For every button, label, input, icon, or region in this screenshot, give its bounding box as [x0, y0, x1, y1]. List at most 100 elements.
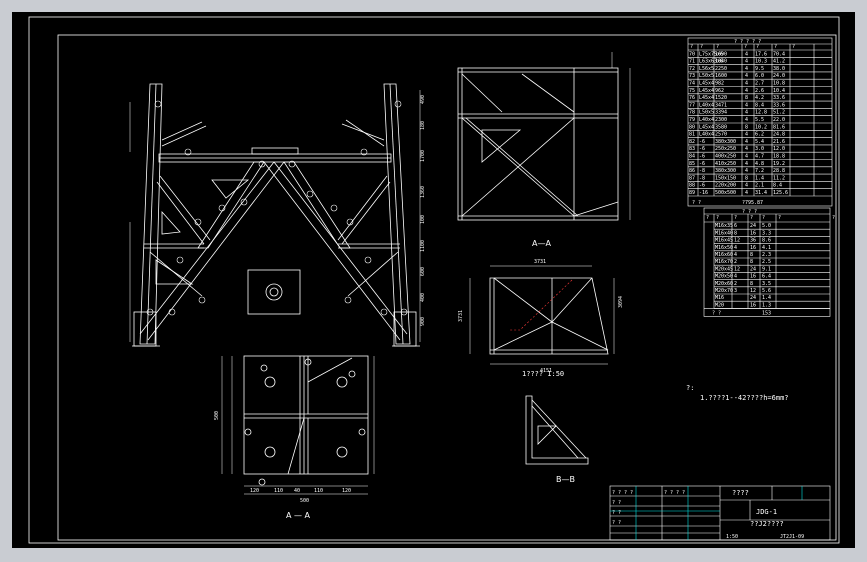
bom-cell: 70.4: [773, 51, 785, 57]
bom-cell: 12.8: [755, 110, 767, 116]
bom-header-cell: ?: [700, 44, 703, 50]
bom-cell: 12.0: [773, 146, 785, 152]
bom-cell: 8: [745, 175, 748, 181]
bom-header-cell: ?: [716, 44, 719, 50]
elevation-dimensions: [129, 90, 421, 342]
bolt-cell: M20x60: [715, 281, 733, 287]
plan-bottom-dim: 120: [342, 488, 351, 494]
bolt-cell: M16x50: [715, 245, 733, 251]
bom-cell: 11.2: [773, 175, 785, 181]
bom-cell: 4.7: [755, 154, 764, 160]
title-project: ????: [732, 489, 749, 497]
bom-cell: 3580: [715, 124, 727, 130]
bolt-cell: 2: [734, 259, 737, 265]
bom-cell: 10.2: [755, 124, 767, 130]
detail-view: [489, 277, 609, 355]
bom-cell: 4: [745, 81, 748, 87]
plan-label: A — A: [286, 511, 311, 520]
title-row-2: ? ?: [612, 500, 621, 506]
bom-header-cell: ?: [792, 44, 795, 50]
notes-title: ?:: [686, 384, 694, 392]
bom-cell: L45x4: [699, 124, 714, 130]
bom-header-cell: ?: [744, 44, 747, 50]
frame-elevation: [132, 83, 420, 347]
bolt-header-cell: ?: [716, 215, 719, 221]
bom-cell: 1.4: [755, 175, 764, 181]
title-block: [609, 485, 831, 541]
bom-cell: 85: [689, 161, 695, 167]
bom-cell: 86: [689, 168, 695, 174]
plan-bottom-dim: 120: [250, 488, 259, 494]
bom-cell: L50x5: [699, 110, 714, 116]
detail-dim-top: 3731: [534, 259, 546, 265]
bom-cell: 31.4: [755, 190, 767, 196]
bolt-header-cell: ?: [762, 215, 765, 221]
bolt-cell: 2.5: [762, 259, 771, 265]
bom-cell: 88: [689, 183, 695, 189]
bom-cell: 7.2: [755, 168, 764, 174]
bolt-cell: M16: [715, 295, 724, 301]
bolt-cell: 8: [750, 281, 753, 287]
bolt-cell: 12: [734, 266, 740, 272]
bolt-cell: 36: [750, 238, 756, 244]
bom-cell: 8.4: [755, 102, 764, 108]
bolt-cell: 16: [750, 245, 756, 251]
bom-cell: 380x300: [715, 168, 736, 174]
bom-cell: 24.8: [773, 132, 785, 138]
bolt-cell: M16x40: [715, 230, 733, 236]
bom-cell: -6: [699, 139, 705, 145]
bom-cell: -16: [699, 190, 708, 196]
bolt-cell: M20: [715, 302, 724, 308]
plan-dim-width: 500: [300, 498, 309, 504]
bom-cell: 33.6: [773, 102, 785, 108]
bom-cell: 4: [745, 161, 748, 167]
bom-cell: 75: [689, 88, 695, 94]
bom-cell: 2570: [715, 132, 727, 138]
bom-cell: 982: [715, 81, 724, 87]
bom-cell: 6.2: [755, 132, 764, 138]
title-row-3: ? ?: [612, 510, 621, 516]
bolt-cell: M16x70: [715, 259, 733, 265]
bolt-header-cell: ?: [750, 215, 753, 221]
bolt-cell: 24: [750, 223, 756, 229]
bom-cell: L45x4: [699, 81, 714, 87]
bom-cell: 38.0: [773, 66, 785, 72]
bom-cell: 4: [745, 139, 748, 145]
bolt-cell: M16x35: [715, 223, 733, 229]
section-aa-view: [457, 67, 619, 221]
bom-cell: 4: [745, 59, 748, 65]
bom-cell: 250x250: [715, 146, 736, 152]
elevation-dim-text: 180: [420, 121, 426, 130]
bolt-cell: 1.3: [762, 302, 771, 308]
member-balloon: [330, 204, 338, 212]
bolt-cell: 12: [750, 288, 756, 294]
bom-cell: 9.5: [755, 66, 764, 72]
bom-cell: 19.2: [773, 161, 785, 167]
bom-cell: 74: [689, 81, 695, 87]
bolt-cell: 8.6: [762, 238, 771, 244]
bom-cell: 4: [745, 66, 748, 72]
bolt-cell: 9.1: [762, 266, 771, 272]
bom-cell: 962: [715, 88, 724, 94]
bom-cell: 380x300: [715, 139, 736, 145]
bolt-cell: M16x60: [715, 252, 733, 258]
bolt-cell: 6.4: [762, 274, 771, 280]
detail-dim-bottom: 4151: [540, 368, 552, 374]
bom-cell: 4: [745, 51, 748, 57]
bom-cell: 4: [745, 154, 748, 160]
bom-cell: 2300: [715, 117, 727, 123]
title-row-1: ? ? ? ?: [612, 490, 633, 496]
title-scale: 1:50: [726, 534, 738, 540]
elevation-dim-text: 100: [420, 215, 426, 224]
cad-viewport[interactable]: 490 180 1700 1360 100 1100 600 400 900 120 110 40 11…: [12, 12, 855, 548]
member-balloon: [154, 100, 162, 108]
bom-cell: 82: [689, 139, 695, 145]
bom-cell: 410x250: [715, 161, 736, 167]
bom-cell: -6: [699, 183, 705, 189]
bolt-cell: 2: [734, 281, 737, 287]
bolt-cell: M20x50: [715, 274, 733, 280]
title-number: JT2J1-09: [780, 534, 804, 540]
elevation-dim-text: 1360: [420, 186, 426, 198]
bom-cell: 28.8: [773, 168, 785, 174]
member-balloon: [198, 296, 206, 304]
